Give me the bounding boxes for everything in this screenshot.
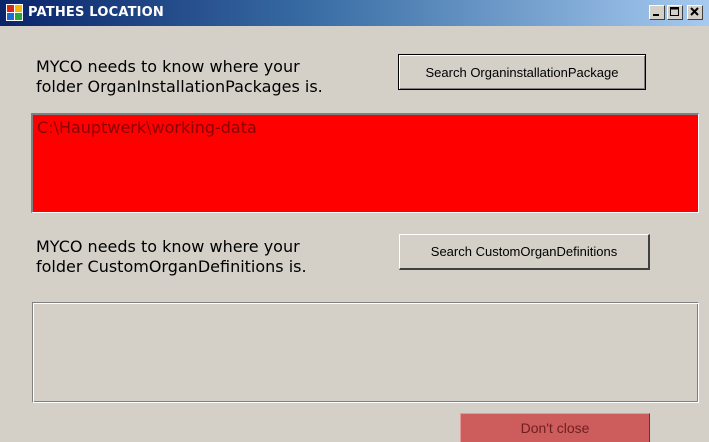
app-icon bbox=[6, 4, 23, 21]
custom-definitions-description-line2: folder CustomOrganDefinitions is. bbox=[36, 257, 307, 276]
organ-packages-description: MYCO needs to know where your folder Org… bbox=[36, 57, 323, 97]
search-organ-installation-package-button[interactable]: Search OrganinstallationPackage bbox=[398, 54, 646, 90]
minimize-button[interactable] bbox=[649, 5, 665, 20]
pathes-location-window: PATHES LOCATION MYCO needs to know where… bbox=[0, 0, 709, 442]
organ-packages-description-line2: folder OrganInstallationPackages is. bbox=[36, 77, 323, 96]
organ-packages-path-field[interactable]: C:\Hauptwerk\working-data bbox=[31, 113, 699, 213]
maximize-button[interactable] bbox=[667, 5, 683, 20]
maximize-icon bbox=[668, 7, 682, 17]
search-custom-organ-definitions-button[interactable]: Search CustomOrganDefinitions bbox=[399, 234, 650, 270]
minimize-icon bbox=[650, 7, 664, 17]
custom-definitions-path-field[interactable] bbox=[32, 302, 699, 403]
window-title: PATHES LOCATION bbox=[28, 5, 165, 20]
custom-definitions-description: MYCO needs to know where your folder Cus… bbox=[36, 237, 307, 277]
custom-definitions-description-line1: MYCO needs to know where your bbox=[36, 237, 300, 256]
organ-packages-description-line1: MYCO needs to know where your bbox=[36, 57, 300, 76]
close-icon bbox=[688, 7, 702, 17]
dont-close-button[interactable]: Don't close bbox=[460, 413, 650, 442]
title-bar[interactable]: PATHES LOCATION bbox=[0, 0, 709, 26]
close-button[interactable] bbox=[687, 5, 703, 20]
